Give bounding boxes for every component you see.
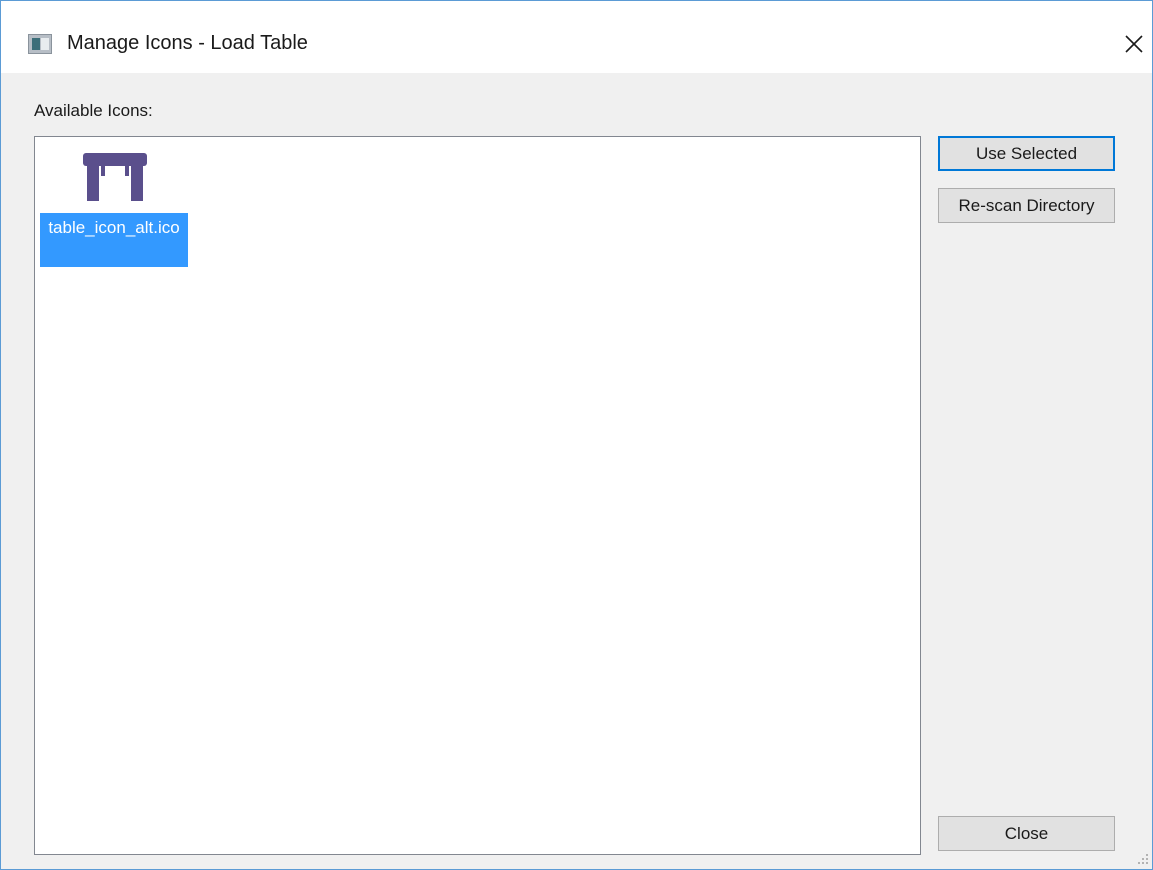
available-icons-label: Available Icons: — [34, 101, 153, 120]
window-close-button[interactable] — [1119, 29, 1149, 59]
close-button[interactable]: Close — [938, 816, 1115, 851]
list-item[interactable]: table_icon_alt.ico — [40, 149, 188, 267]
app-window-icon — [28, 34, 52, 54]
use-selected-button[interactable]: Use Selected — [938, 136, 1115, 171]
close-icon — [1125, 35, 1143, 53]
rescan-directory-button[interactable]: Re-scan Directory — [938, 188, 1115, 223]
icon-file-name: table_icon_alt.ico — [40, 213, 188, 267]
window-title: Manage Icons - Load Table — [67, 32, 308, 54]
table-icon — [83, 153, 147, 201]
icon-list-view[interactable]: table_icon_alt.ico — [34, 136, 921, 855]
resize-grip-icon[interactable] — [1137, 853, 1149, 865]
dialog-window: Manage Icons - Load Table Available Icon… — [0, 0, 1153, 870]
title-bar: Manage Icons - Load Table — [1, 1, 1152, 73]
